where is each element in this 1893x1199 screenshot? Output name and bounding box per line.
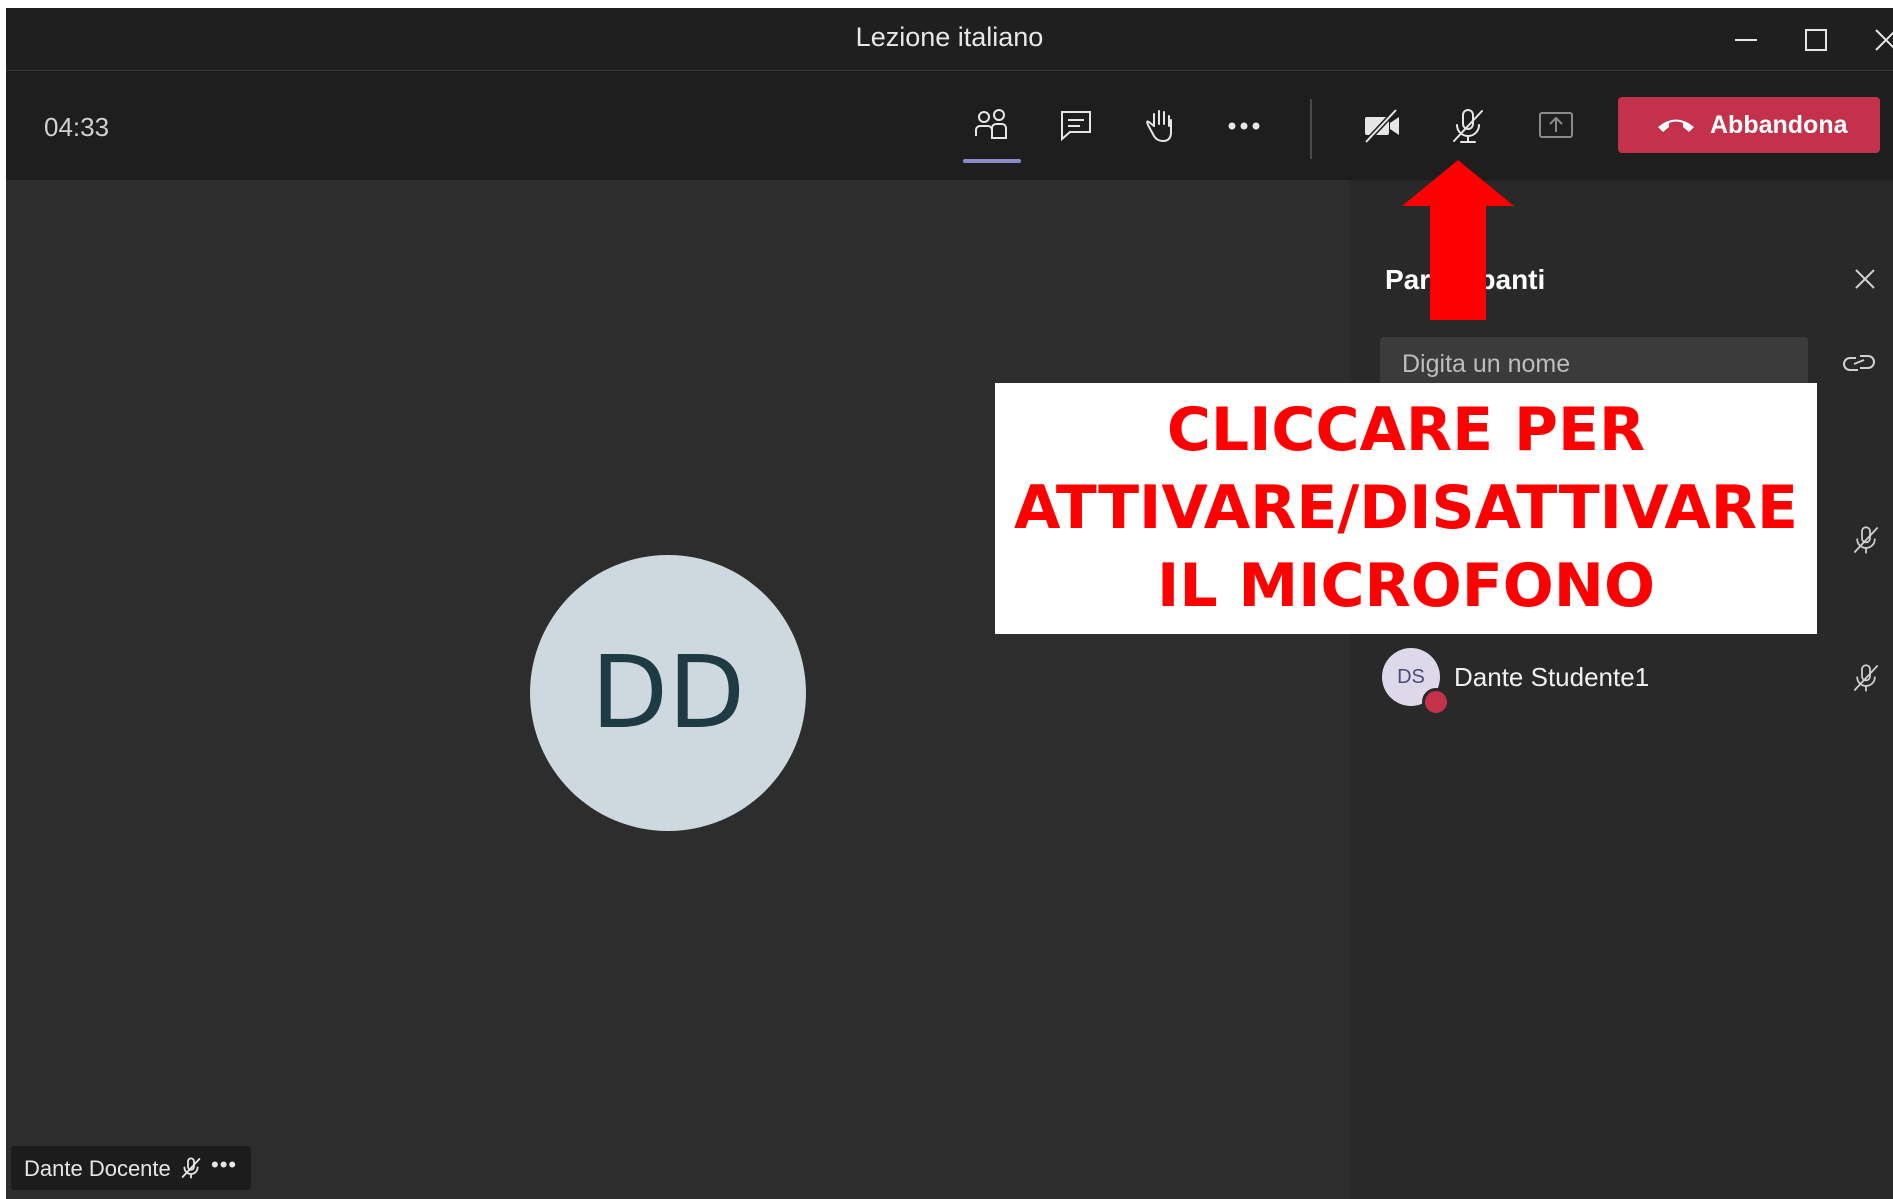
copy-link-button[interactable] bbox=[1840, 346, 1878, 380]
mic-off-icon bbox=[1853, 526, 1879, 554]
close-icon bbox=[1875, 29, 1893, 51]
minimize-icon bbox=[1735, 39, 1757, 41]
share-screen-button[interactable] bbox=[1527, 97, 1585, 155]
instruction-callout: CLICCARE PER ATTIVARE/DISATTIVARE IL MIC… bbox=[995, 383, 1817, 634]
leave-label: Abbandona bbox=[1710, 111, 1848, 139]
chat-icon bbox=[1061, 111, 1091, 142]
call-timer: 04:33 bbox=[44, 112, 110, 142]
camera-off-icon bbox=[1364, 108, 1399, 144]
more-options-button[interactable] bbox=[1215, 97, 1273, 155]
close-icon bbox=[1855, 269, 1875, 289]
participants-panel: Partecipanti DS Dante Studente1 bbox=[1350, 180, 1893, 1199]
presenter-name-tag: Dante Docente ••• bbox=[11, 1146, 251, 1190]
panel-close-button[interactable] bbox=[1848, 262, 1882, 296]
toolbar-divider bbox=[1310, 99, 1312, 159]
chat-button[interactable] bbox=[1047, 97, 1105, 155]
maximize-button[interactable] bbox=[1788, 16, 1844, 62]
mic-off-icon bbox=[1853, 664, 1879, 692]
minimize-button[interactable] bbox=[1718, 16, 1774, 62]
video-stage: DD Dante Docente ••• bbox=[6, 180, 1350, 1199]
camera-toggle-button[interactable] bbox=[1353, 97, 1411, 155]
mic-toggle-button[interactable] bbox=[1439, 97, 1497, 155]
presenter-more-options[interactable]: ••• bbox=[211, 1152, 237, 1178]
raise-hand-icon bbox=[1146, 110, 1172, 143]
status-badge bbox=[1422, 688, 1450, 716]
participant-mute-indicator[interactable] bbox=[1850, 660, 1882, 696]
callout-line-2: ATTIVARE/DISATTIVARE bbox=[1014, 473, 1798, 543]
participants-icon bbox=[975, 109, 1007, 139]
participants-button[interactable] bbox=[963, 97, 1021, 163]
participant-name: Dante Studente1 bbox=[1454, 662, 1650, 692]
link-icon bbox=[1843, 355, 1875, 371]
presenter-name: Dante Docente bbox=[24, 1156, 171, 1181]
title-bar: Lezione italiano bbox=[6, 8, 1893, 70]
close-window-button[interactable] bbox=[1858, 16, 1893, 62]
mic-off-icon bbox=[181, 1157, 201, 1179]
share-screen-icon bbox=[1539, 112, 1573, 138]
leave-button[interactable]: Abbandona bbox=[1618, 97, 1880, 153]
meeting-toolbar: 04:33 Abbandona bbox=[6, 70, 1893, 181]
participant-mute-indicator[interactable] bbox=[1850, 522, 1882, 558]
callout-line-3: IL MICROFONO bbox=[1157, 551, 1655, 621]
hang-up-icon bbox=[1658, 119, 1694, 132]
window-title: Lezione italiano bbox=[855, 22, 1044, 52]
mic-off-icon bbox=[1453, 109, 1483, 143]
red-arrow-annotation bbox=[1402, 160, 1514, 320]
callout-line-1: CLICCARE PER bbox=[1166, 395, 1646, 465]
raise-hand-button[interactable] bbox=[1131, 97, 1189, 155]
participant-row[interactable]: DS Dante Studente1 bbox=[1380, 646, 1880, 716]
more-options-icon bbox=[1228, 122, 1260, 130]
maximize-icon bbox=[1805, 29, 1827, 51]
presenter-avatar: DD bbox=[530, 555, 806, 831]
